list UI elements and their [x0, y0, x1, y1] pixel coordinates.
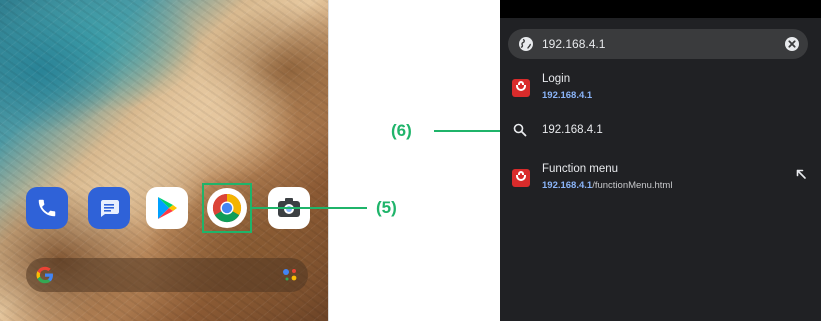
google-search-bar[interactable]	[26, 258, 308, 292]
callout-6-label: (6)	[391, 121, 412, 140]
callout-5-label: (5)	[376, 198, 397, 217]
suggestion-url-host: 192.168.4.1	[542, 90, 593, 101]
callout-6-line	[434, 130, 505, 132]
suggestion-url: 192.168.4.1/functionMenu.html	[542, 180, 672, 191]
play-store-app-icon[interactable]	[146, 187, 188, 229]
address-bar[interactable]: 192.168.4.1	[508, 29, 808, 59]
chrome-icon	[212, 193, 242, 223]
google-g-icon	[36, 266, 53, 284]
suggestion-url: 192.168.4.1	[542, 90, 592, 101]
suggestion-url-path: /functionMenu.html	[592, 180, 673, 191]
phone-icon	[38, 199, 56, 217]
messages-app-icon[interactable]	[88, 187, 130, 229]
site-favicon-icon	[512, 169, 530, 187]
suggestion-title: Function menu	[542, 163, 619, 175]
suggestion-function-menu[interactable]: Function menu 192.168.4.1/functionMenu.h…	[500, 160, 821, 196]
search-icon	[513, 123, 527, 137]
site-favicon-icon	[512, 79, 530, 97]
clear-icon[interactable]	[784, 36, 800, 52]
status-bar	[500, 0, 821, 18]
play-store-icon	[158, 197, 177, 219]
suggestion-url-host: 192.168.4.1	[542, 180, 593, 191]
address-bar-text[interactable]: 192.168.4.1	[542, 37, 605, 51]
suggestion-title: Login	[542, 73, 571, 85]
fill-into-address-bar-icon[interactable]	[795, 168, 807, 180]
chrome-app-icon[interactable]	[207, 188, 247, 228]
globe-icon	[519, 37, 533, 51]
suggestion-title: 192.168.4.1	[542, 124, 603, 136]
home-screen	[0, 0, 329, 321]
callout-5-line	[252, 207, 367, 209]
message-bubble-icon	[101, 200, 119, 217]
suggestion-login[interactable]: Login 192.168.4.1	[500, 70, 821, 106]
chrome-browser-screen: 192.168.4.1 Login 192.168.4.1 192.168.4.…	[500, 0, 821, 321]
phone-app-icon[interactable]	[26, 187, 68, 229]
suggestion-search[interactable]: 192.168.4.1	[500, 118, 821, 144]
assistant-icon[interactable]	[282, 267, 298, 283]
